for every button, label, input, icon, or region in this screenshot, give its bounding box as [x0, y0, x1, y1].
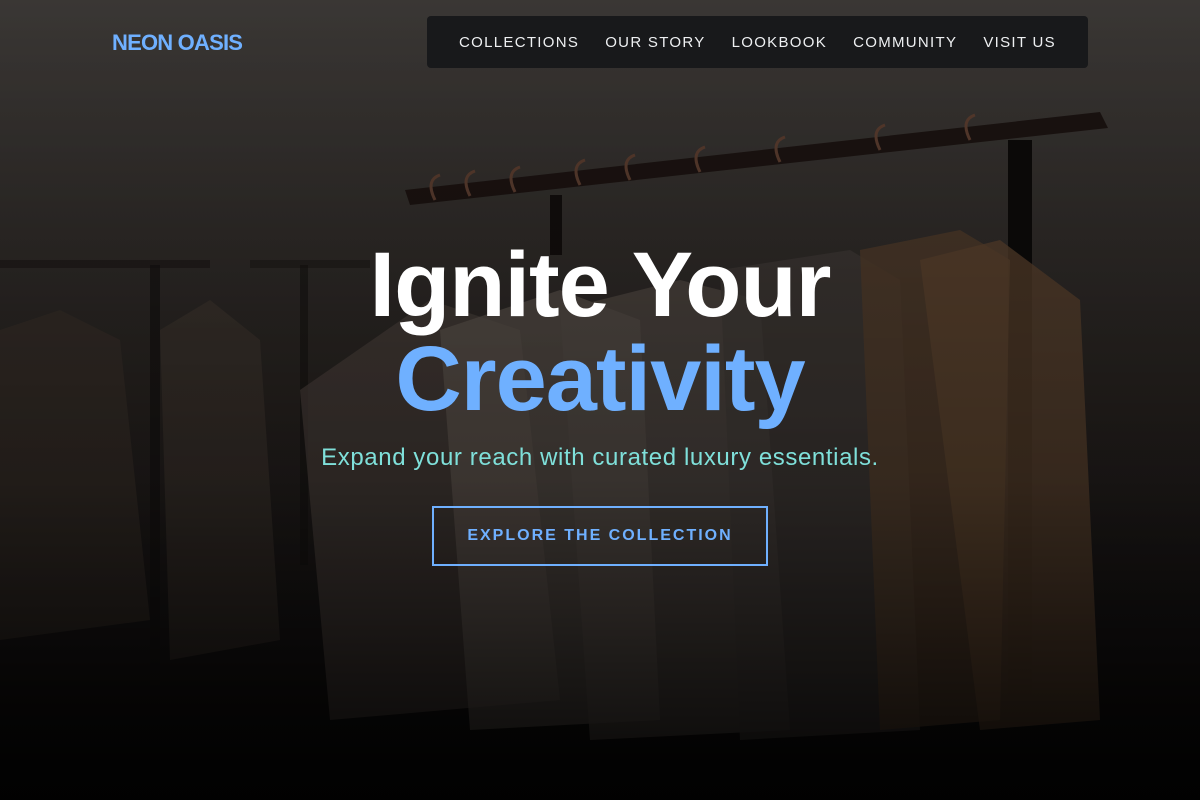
nav-link-collections[interactable]: COLLECTIONS: [459, 34, 579, 51]
nav-link-our-story[interactable]: OUR STORY: [605, 34, 705, 51]
nav-link-community[interactable]: COMMUNITY: [853, 34, 957, 51]
hero-subtitle: Expand your reach with curated luxury es…: [321, 444, 879, 471]
explore-collection-button[interactable]: EXPLORE THE COLLECTION: [432, 506, 768, 566]
brand-logo[interactable]: NEON OASIS: [112, 30, 243, 56]
nav-link-visit-us[interactable]: VISIT US: [983, 34, 1056, 51]
hero-title: Ignite Your Creativity: [0, 238, 1200, 426]
main-nav: COLLECTIONS OUR STORY LOOKBOOK COMMUNITY…: [427, 16, 1088, 68]
nav-link-lookbook[interactable]: LOOKBOOK: [732, 34, 827, 51]
hero-title-line1: Ignite Your: [369, 234, 832, 336]
hero-title-line2: Creativity: [395, 328, 805, 430]
